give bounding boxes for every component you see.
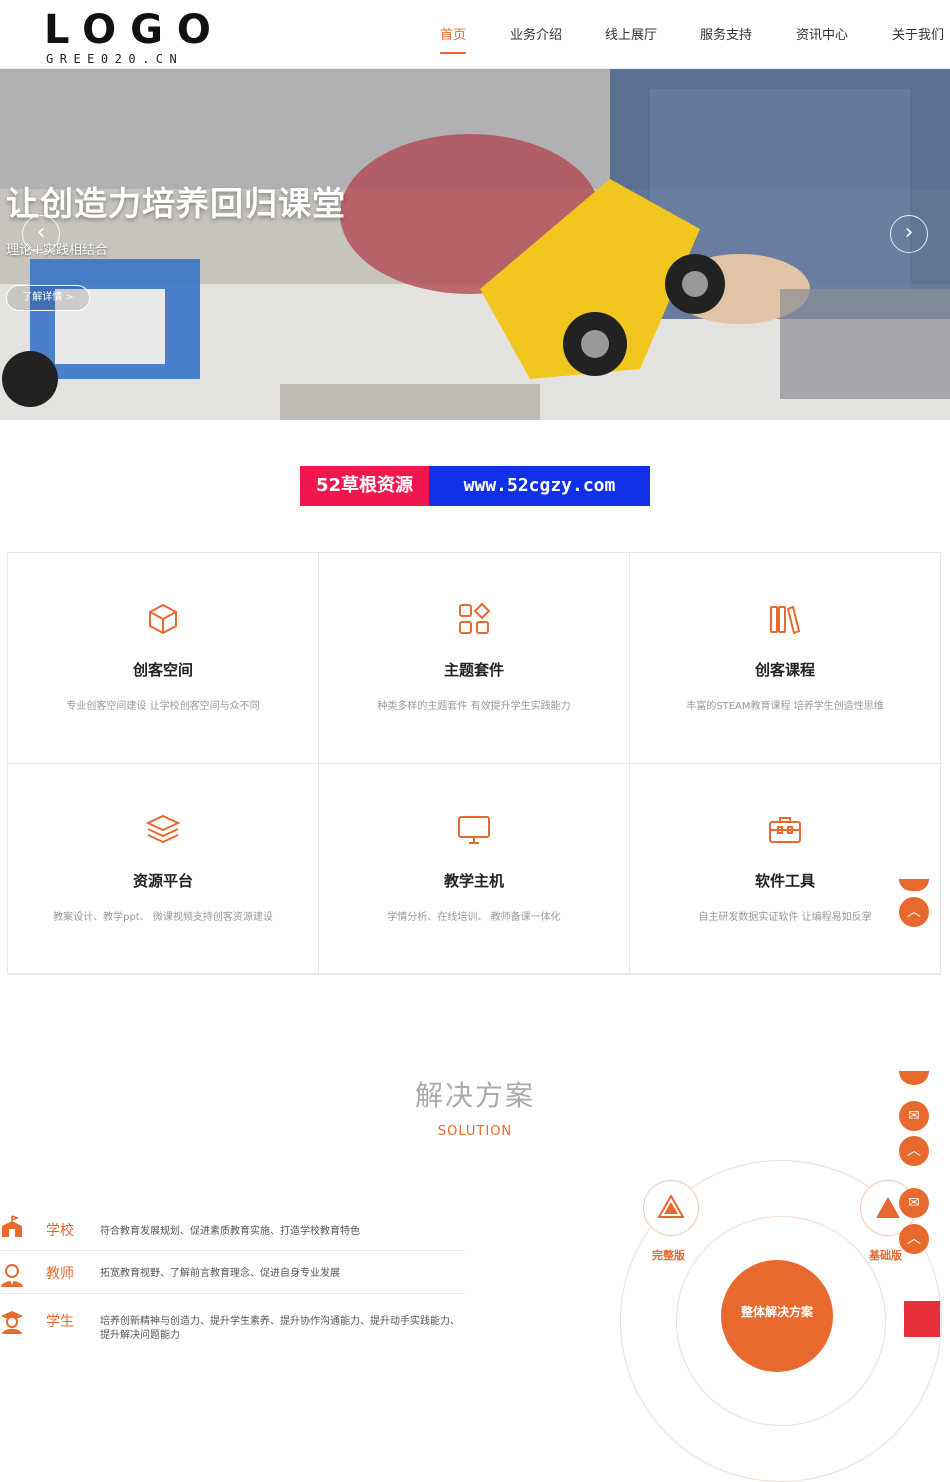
solution-desc: 拓宽教育视野、了解前言教育理念、促进自身专业发展 — [100, 1268, 340, 1279]
feature-title: 教学主机 — [443, 872, 504, 890]
cube-icon — [8, 601, 318, 637]
school-icon — [0, 1214, 24, 1238]
wechat-icon[interactable]: ✉ — [899, 1188, 929, 1218]
feature-desc: 专业创客空间建设 让学校创客空间与众不同 — [66, 701, 260, 712]
watermark-banner: 52草根资源 www.52cgzy.com — [300, 466, 650, 506]
feature-card[interactable]: 创客空间 专业创客空间建设 让学校创客空间与众不同 — [8, 553, 319, 764]
feature-card[interactable]: 主题套件 种类多样的主题套件 有效提升学生实践能力 — [319, 553, 630, 764]
badge-label: 基础版 — [869, 1249, 902, 1262]
layers-icon — [8, 812, 318, 848]
apps-icon — [319, 601, 629, 637]
feature-desc: 学情分析、在线培训、 教师备课一体化 — [387, 912, 561, 923]
watermark-right: www.52cgzy.com — [429, 466, 650, 506]
hero-photo — [0, 69, 950, 420]
feature-card[interactable]: 教学主机 学情分析、在线培训、 教师备课一体化 — [319, 764, 630, 975]
learn-more-button[interactable]: 了解详情 > — [6, 285, 90, 311]
solution-item[interactable]: 学校 符合教育发展规划、促进素质教育实施、打造学校教育特色 — [0, 1210, 465, 1251]
feature-grid: 创客空间 专业创客空间建设 让学校创客空间与众不同 主题套件 种类多样的主题套件… — [7, 552, 941, 975]
solution-desc: 培养创新精神与创造力、提升学生素养、提升协作沟通能力、提升动手实践能力、提升解决… — [100, 1316, 460, 1341]
feature-card[interactable]: 软件工具 自主研发数据实证软件 让编程易如反掌 — [630, 764, 941, 975]
feature-desc: 教案设计、教学ppt、 微课视频支持创客资源建设 — [53, 912, 273, 923]
solution-name: 学校 — [46, 1223, 74, 1239]
logo-domain: GREE020.CN — [46, 52, 184, 66]
hero-title: 让创造力培养回归课堂 — [6, 184, 346, 223]
nav-business[interactable]: 业务介绍 — [510, 24, 562, 43]
feature-title: 主题套件 — [443, 661, 504, 679]
site-header: LOGO GREE020.CN 首页 业务介绍 线上展厅 服务支持 资讯中心 关… — [0, 0, 950, 69]
overall-solution-circle[interactable]: 整体解决方案 — [721, 1260, 833, 1372]
solution-item[interactable]: 学生 培养创新精神与创造力、提升学生素养、提升协作沟通能力、提升动手实践能力、提… — [0, 1294, 465, 1344]
feature-card[interactable]: 资源平台 教案设计、教学ppt、 微课视频支持创客资源建设 — [8, 764, 319, 975]
solution-name: 教师 — [46, 1266, 74, 1282]
watermark-left: 52草根资源 — [300, 466, 429, 506]
triangle-icon — [657, 1193, 685, 1218]
next-slide-icon[interactable]: › — [890, 215, 928, 253]
feature-title: 创客空间 — [132, 661, 193, 679]
feature-title: 资源平台 — [132, 872, 193, 890]
wechat-icon[interactable]: ✉ — [899, 1101, 929, 1131]
nav-home[interactable]: 首页 — [440, 24, 466, 43]
solution-item[interactable]: 教师 拓宽教育视野、了解前言教育理念、促进自身专业发展 — [0, 1251, 465, 1294]
student-icon — [0, 1310, 24, 1334]
nav-support[interactable]: 服务支持 — [700, 24, 752, 43]
nav-active-indicator — [440, 52, 466, 54]
solution-subtitle: SOLUTION — [437, 1124, 513, 1139]
back-to-top-icon[interactable]: ︿ — [899, 1136, 929, 1166]
nav-about[interactable]: 关于我们 — [892, 24, 944, 43]
nav-showroom[interactable]: 线上展厅 — [605, 24, 657, 43]
back-to-top-icon[interactable]: ︿ — [899, 897, 929, 927]
solution-name: 学生 — [46, 1314, 74, 1330]
back-to-top-icon[interactable]: ︿ — [899, 1224, 929, 1254]
solution-title: 解决方案 — [414, 1079, 535, 1112]
feature-desc: 丰富的STEAM教育课程 培养学生创造性思维 — [686, 701, 884, 712]
toolbox-icon — [630, 812, 940, 848]
feature-desc: 种类多样的主题套件 有效提升学生实践能力 — [377, 701, 571, 712]
complete-version-badge[interactable] — [643, 1180, 699, 1236]
feature-title: 创客课程 — [754, 661, 815, 679]
books-icon — [630, 601, 940, 637]
prev-slide-icon[interactable]: ‹ — [22, 215, 60, 253]
teacher-icon — [0, 1263, 24, 1287]
hero-banner: 让创造力培养回归课堂 理论+实践相结合 了解详情 > ‹ › — [0, 69, 950, 420]
badge-label: 完整版 — [652, 1249, 685, 1262]
solution-desc: 符合教育发展规划、促进素质教育实施、打造学校教育特色 — [100, 1226, 360, 1237]
feature-desc: 自主研发数据实证软件 让编程易如反掌 — [698, 912, 872, 923]
nav-news[interactable]: 资讯中心 — [796, 24, 848, 43]
feature-card[interactable]: 创客课程 丰富的STEAM教育课程 培养学生创造性思维 — [630, 553, 941, 764]
feature-title: 软件工具 — [754, 872, 815, 890]
monitor-icon — [319, 812, 629, 848]
corner-red-square — [904, 1301, 940, 1337]
logo[interactable]: LOGO — [44, 8, 225, 52]
